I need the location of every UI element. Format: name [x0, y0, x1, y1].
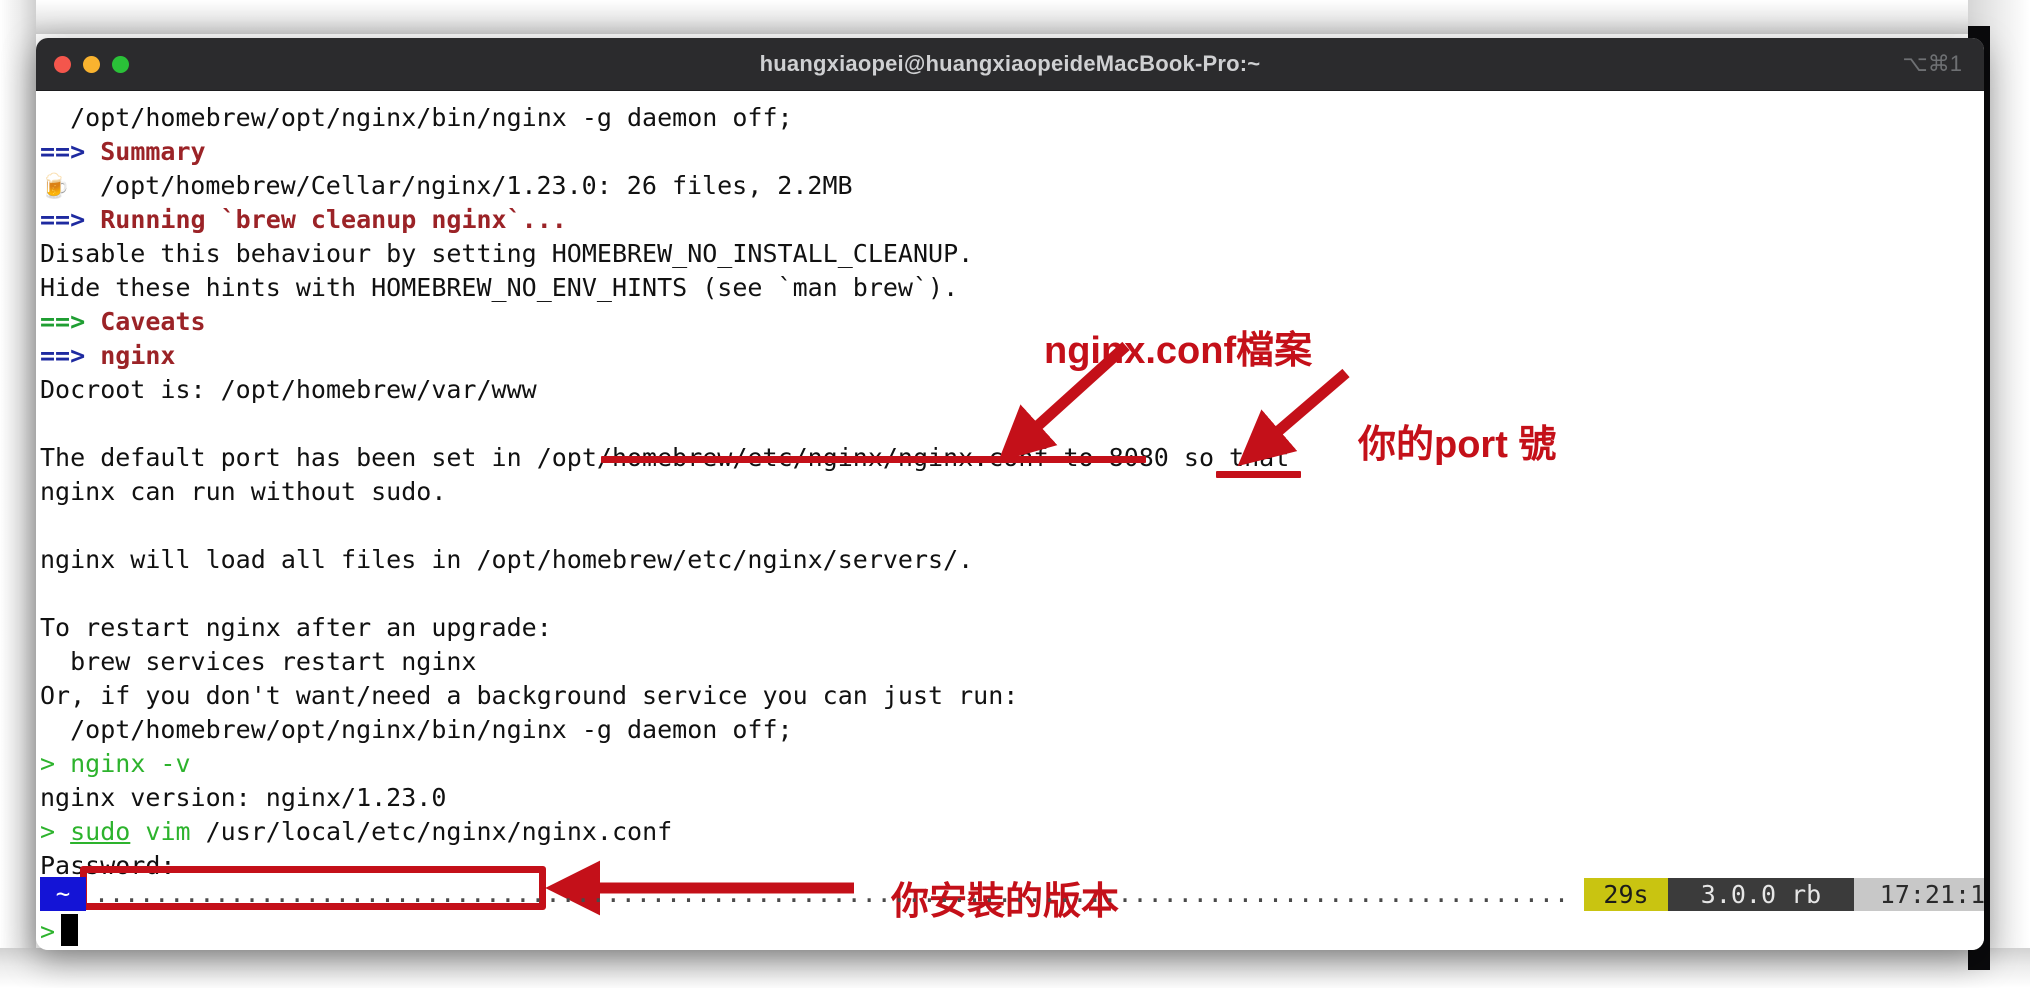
terminal-input-line[interactable]: >: [40, 913, 79, 950]
terminal-line: ==> Summary: [40, 135, 1984, 169]
statusline-runtime: 3.0.0 rb: [1668, 878, 1854, 911]
terminal-line-segment: ==>: [40, 341, 101, 370]
statusline-cwd-badge: ~: [40, 877, 86, 911]
prompt-symbol: >: [40, 917, 56, 946]
statusline-filler: ........................................…: [94, 879, 1570, 908]
terminal-line-segment: ==>: [40, 307, 101, 336]
terminal-line-segment: Docroot is: /opt/homebrew/var/www: [40, 375, 537, 404]
terminal-line-segment: [40, 579, 55, 608]
terminal-line: /opt/homebrew/opt/nginx/bin/nginx -g dae…: [40, 713, 1984, 747]
window-title: huangxiaopei@huangxiaopeideMacBook-Pro:~: [759, 51, 1261, 76]
annotation-label-port: 你的port 號: [1358, 424, 1557, 466]
terminal-line-segment: >: [40, 749, 71, 778]
terminal-line-segment: /opt/homebrew/opt/nginx/bin/nginx -g dae…: [40, 103, 793, 132]
terminal-line: [40, 509, 1984, 543]
terminal-line-segment: >: [40, 817, 71, 846]
terminal-line: Hide these hints with HOMEBREW_NO_ENV_HI…: [40, 271, 1984, 305]
annotation-underline-conf-path: [601, 456, 1146, 463]
terminal-line-segment: Summary: [100, 137, 206, 166]
terminal-line-segment: nginx can run without sudo.: [40, 477, 447, 506]
terminal-line: nginx can run without sudo.: [40, 475, 1984, 509]
terminal-line-segment: /opt/homebrew/opt/nginx/bin/nginx -g dae…: [40, 715, 793, 744]
terminal-line-segment: Running `brew cleanup nginx`...: [100, 205, 567, 234]
edge-shadow-left: [0, 0, 36, 988]
annotation-label-conf-file: nginx.conf檔案: [1044, 330, 1313, 372]
terminal-line-segment: 🍺: [40, 172, 70, 200]
terminal-line: Or, if you don't want/need a background …: [40, 679, 1984, 713]
terminal-line-segment: sudo: [70, 817, 131, 846]
terminal-line-segment: /usr/local/etc/nginx/nginx.conf: [190, 817, 673, 846]
terminal-line: /opt/homebrew/opt/nginx/bin/nginx -g dae…: [40, 101, 1984, 135]
terminal-line-segment: Caveats: [100, 307, 206, 336]
terminal-line-segment: Or, if you don't want/need a background …: [40, 681, 1019, 710]
annotation-underline-port: [1216, 471, 1301, 478]
terminal-output: /opt/homebrew/opt/nginx/bin/nginx -g dae…: [36, 101, 1984, 883]
terminal-line: brew services restart nginx: [40, 645, 1984, 679]
terminal-line: Docroot is: /opt/homebrew/var/www: [40, 373, 1984, 407]
terminal-line-segment: nginx: [100, 341, 176, 370]
statusline-clock: 17:21:15: [1854, 878, 1984, 911]
terminal-line: nginx will load all files in /opt/homebr…: [40, 543, 1984, 577]
terminal-line-segment: Disable this behaviour by setting HOMEBR…: [40, 239, 974, 268]
terminal-line-segment: [40, 511, 55, 540]
screenshot-root: ⌄ ' huangxiaopei@huangxiaopeideMacBook-P…: [0, 0, 2030, 988]
terminal-line-segment: [130, 817, 145, 846]
terminal-line: [40, 577, 1984, 611]
terminal-line: ==> Running `brew cleanup nginx`...: [40, 203, 1984, 237]
terminal-line-segment: nginx -v: [70, 749, 191, 778]
terminal-line-segment: /opt/homebrew/Cellar/nginx/1.23.0: 26 fi…: [69, 171, 853, 200]
terminal-line: To restart nginx after an upgrade:: [40, 611, 1984, 645]
terminal-line: Disable this behaviour by setting HOMEBR…: [40, 237, 1984, 271]
terminal-line-segment: vim: [145, 817, 191, 846]
terminal-line: [40, 407, 1984, 441]
terminal-line: 🍺 /opt/homebrew/Cellar/nginx/1.23.0: 26 …: [40, 169, 1984, 203]
terminal-body[interactable]: /opt/homebrew/opt/nginx/bin/nginx -g dae…: [36, 91, 1984, 950]
terminal-line: > nginx -v: [40, 747, 1984, 781]
text-cursor: [61, 914, 79, 946]
terminal-line: nginx version: nginx/1.23.0: [40, 781, 1984, 815]
terminal-line-segment: nginx version: nginx/1.23.0: [40, 783, 447, 812]
terminal-line-segment: nginx will load all files in /opt/homebr…: [40, 545, 974, 574]
edge-shadow-bottom: [0, 948, 2030, 988]
terminal-line-segment: [40, 409, 55, 438]
statusline-elapsed: 29s: [1584, 878, 1668, 911]
terminal-line-segment: Hide these hints with HOMEBREW_NO_ENV_HI…: [40, 273, 959, 302]
terminal-window: huangxiaopei@huangxiaopeideMacBook-Pro:~…: [36, 38, 1984, 950]
terminal-statusline: ~ ......................................…: [36, 877, 1984, 913]
window-titlebar[interactable]: huangxiaopei@huangxiaopeideMacBook-Pro:~…: [36, 38, 1984, 91]
terminal-line-segment: ==>: [40, 137, 101, 166]
terminal-line-segment: ==>: [40, 205, 101, 234]
terminal-line-segment: To restart nginx after an upgrade:: [40, 613, 552, 642]
terminal-line: ==> Caveats: [40, 305, 1984, 339]
terminal-line: ==> nginx: [40, 339, 1984, 373]
terminal-line-segment: brew services restart nginx: [40, 647, 477, 676]
edge-shadow-top: [0, 0, 2030, 34]
window-shortcut-label: ⌥⌘1: [1902, 51, 1962, 76]
terminal-line: > sudo vim /usr/local/etc/nginx/nginx.co…: [40, 815, 1984, 849]
